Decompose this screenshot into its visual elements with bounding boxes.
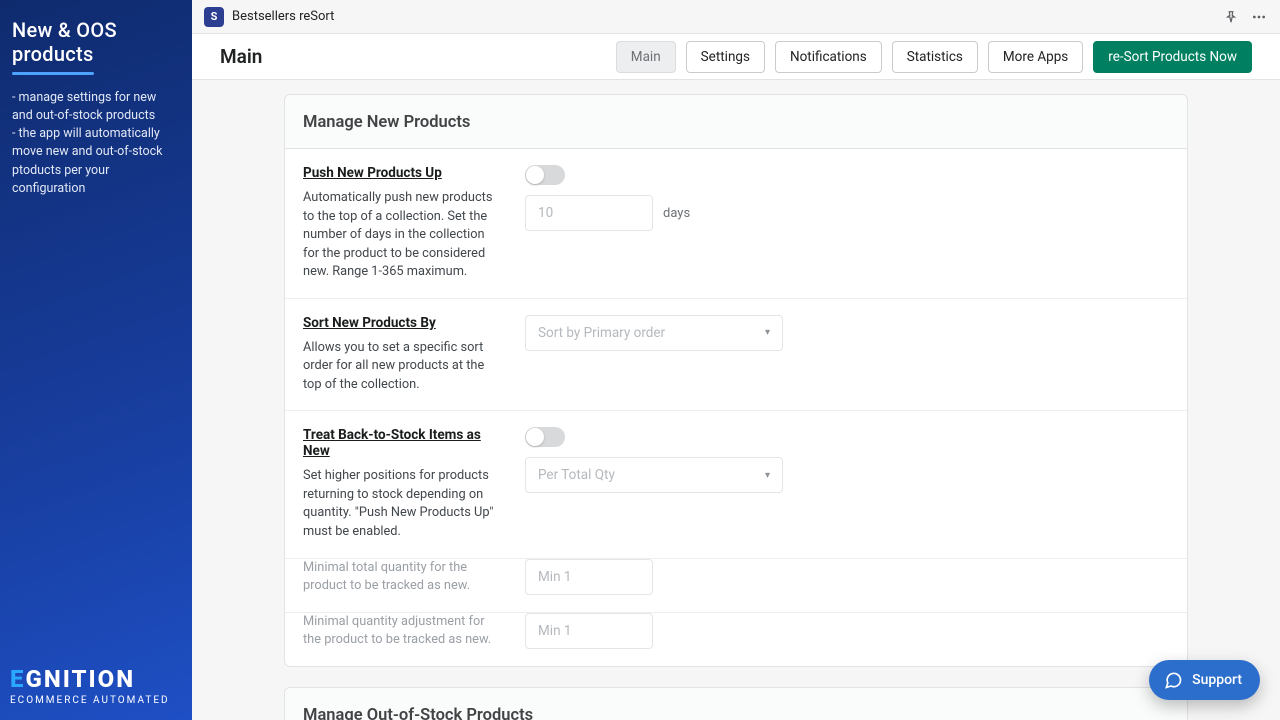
tab-more-apps[interactable]: More Apps [988, 41, 1083, 73]
more-icon[interactable] [1250, 8, 1268, 26]
tab-notifications[interactable]: Notifications [775, 41, 882, 73]
tab-settings[interactable]: Settings [686, 41, 765, 73]
brand-block: EGNITION ECOMMERCE AUTOMATED [10, 665, 170, 706]
pin-icon[interactable] [1222, 8, 1240, 26]
tab-statistics[interactable]: Statistics [892, 41, 978, 73]
toggle-back-to-stock[interactable] [525, 427, 565, 447]
sort-new-by-select[interactable]: Sort by Primary order ▾ [525, 315, 783, 351]
app-icon: S [204, 7, 224, 27]
select-value: Per Total Qty [538, 467, 615, 483]
card-title: Manage Out-of-Stock Products [303, 706, 1169, 720]
content-scroll[interactable]: Manage New Products Push New Products Up… [192, 80, 1280, 720]
tab-main[interactable]: Main [616, 41, 676, 73]
row-back-to-stock: Treat Back-to-Stock Items as New Set hig… [285, 410, 1187, 557]
chat-icon [1163, 670, 1183, 690]
sidebar: New & OOS products - manage settings for… [0, 0, 192, 720]
brand-logo: EGNITION [10, 665, 170, 693]
chevron-down-icon: ▾ [765, 470, 770, 481]
min-total-qty-input[interactable]: Min 1 [525, 559, 653, 595]
resort-now-button[interactable]: re-Sort Products Now [1093, 41, 1252, 73]
row-push-new-up: Push New Products Up Automatically push … [285, 149, 1187, 298]
card-header: Manage Out-of-Stock Products [285, 688, 1187, 720]
support-label: Support [1192, 672, 1242, 688]
setting-description: Allows you to set a specific sort order … [303, 339, 503, 395]
support-button[interactable]: Support [1149, 660, 1260, 700]
brand-tagline: ECOMMERCE AUTOMATED [10, 695, 170, 706]
row-sort-new-by: Sort New Products By Allows you to set a… [285, 298, 1187, 411]
brand-logo-rest: GNITION [25, 665, 135, 693]
brand-logo-e: E [10, 665, 25, 693]
page-title: Main [220, 45, 262, 68]
days-unit: days [663, 206, 690, 221]
row-min-total-qty: Minimal total quantity for the product t… [285, 558, 1187, 612]
setting-description: Automatically push new products to the t… [303, 189, 503, 282]
row-min-adj-qty: Minimal quantity adjustment for the prod… [285, 612, 1187, 666]
top-bar: S Bestsellers reSort [192, 0, 1280, 34]
setting-description: Set higher positions for products return… [303, 467, 503, 541]
days-input[interactable]: 10 [525, 195, 653, 231]
back-to-stock-mode-select[interactable]: Per Total Qty ▾ [525, 457, 783, 493]
setting-title: Sort New Products By [303, 315, 503, 331]
sidebar-title: New & OOS products [12, 18, 180, 66]
setting-description: Minimal quantity adjustment for the prod… [303, 613, 503, 650]
select-value: Sort by Primary order [538, 325, 665, 341]
toggle-push-new-up[interactable] [525, 165, 565, 185]
setting-title: Push New Products Up [303, 165, 503, 181]
min-adj-qty-input[interactable]: Min 1 [525, 613, 653, 649]
card-header: Manage New Products [285, 95, 1187, 149]
chevron-down-icon: ▾ [765, 327, 770, 338]
tab-bar: Main Main Settings Notifications Statist… [192, 34, 1280, 80]
setting-description: Minimal total quantity for the product t… [303, 559, 503, 596]
sidebar-underline [12, 72, 94, 75]
card-new-products: Manage New Products Push New Products Up… [284, 94, 1188, 667]
app-name: Bestsellers reSort [232, 9, 334, 24]
sidebar-description: - manage settings for new and out-of-sto… [12, 89, 180, 198]
card-title: Manage New Products [303, 113, 1169, 132]
card-oos-products: Manage Out-of-Stock Products Push Down O… [284, 687, 1188, 720]
setting-title: Treat Back-to-Stock Items as New [303, 427, 503, 459]
